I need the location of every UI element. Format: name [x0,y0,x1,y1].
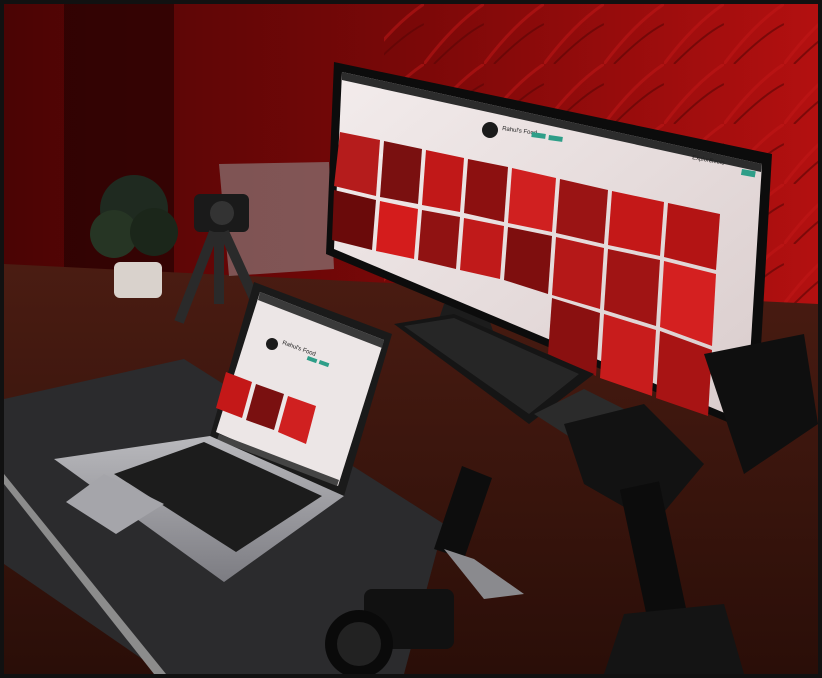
grid-photo[interactable] [418,210,460,269]
grid-photo[interactable] [460,218,504,279]
grid-photo[interactable] [422,150,464,212]
grid-photo[interactable] [556,179,608,244]
scene-illustration: Rahul's Food Explore Reels Rahul's Food [4,4,818,674]
grid-photo[interactable] [380,141,422,204]
grid-photo[interactable] [464,159,508,222]
grid-photo[interactable] [334,132,380,196]
profile-avatar [482,122,498,138]
grid-photo[interactable] [608,191,664,256]
desk-setup-photo: Rahul's Food Explore Reels Rahul's Food [0,0,822,678]
grid-photo[interactable] [508,168,556,232]
grid-photo[interactable] [376,201,418,259]
grid-photo[interactable] [332,190,376,250]
laptop-profile-avatar [266,338,278,350]
